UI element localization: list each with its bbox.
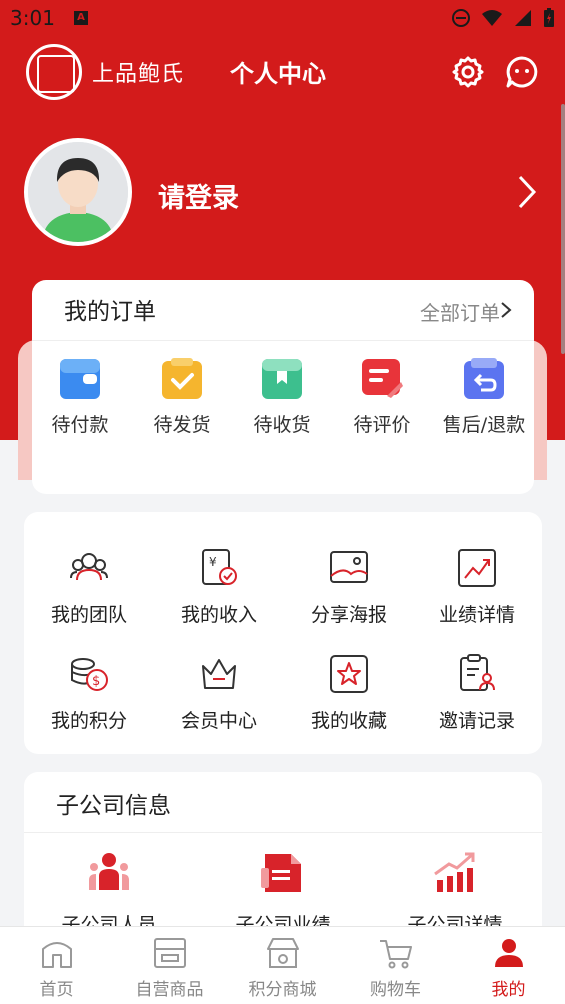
bar-chart-icon <box>434 852 475 892</box>
order-pending-receipt[interactable]: 待收货 <box>232 358 332 437</box>
tab-label: 积分商城 <box>248 980 317 1000</box>
cart-icon <box>379 940 412 969</box>
performance-icon <box>458 549 496 587</box>
subsidiary-staff[interactable]: 子公司人员 <box>34 850 184 937</box>
order-pending-review[interactable]: 待评价 <box>332 358 432 437</box>
wifi-icon <box>482 10 502 26</box>
notification-badge: A <box>74 11 88 25</box>
svg-text:$: $ <box>92 674 100 689</box>
chevron-right-icon[interactable] <box>500 301 512 319</box>
invite-record-icon <box>460 654 495 691</box>
team-icon <box>70 553 108 581</box>
status-time: 3:01 <box>10 6 55 30</box>
crown-icon <box>202 659 236 689</box>
svg-text:¥: ¥ <box>209 555 217 569</box>
order-item-label: 待付款 <box>51 414 109 436</box>
user-icon <box>494 939 523 967</box>
tool-label: 我的收入 <box>180 604 257 626</box>
app-header: 上品鲍氏 个人中心 <box>0 40 565 104</box>
tools-grid-card: 我的团队 ¥ 我的收入 分享海报 业绩详情 $ 我的积分 会员中心 我的收藏 邀… <box>24 512 542 754</box>
tab-label: 我的 <box>491 980 526 1000</box>
page-title: 个人中心 <box>230 60 326 88</box>
tool-label: 业绩详情 <box>438 604 515 626</box>
divider <box>32 340 534 341</box>
tool-invite-records[interactable]: 邀请记录 <box>412 654 542 733</box>
tab-cart[interactable]: 购物车 <box>339 935 452 1000</box>
login-prompt[interactable]: 请登录 <box>158 176 239 215</box>
order-after-sales[interactable]: 售后/退款 <box>434 358 534 437</box>
tool-my-favorites[interactable]: 我的收藏 <box>284 654 414 733</box>
settings-gear-icon[interactable] <box>450 54 486 90</box>
order-pending-shipment[interactable]: 待发货 <box>132 358 232 437</box>
order-pending-payment[interactable]: 待付款 <box>30 358 130 437</box>
signal-icon <box>515 10 531 26</box>
avatar[interactable] <box>24 138 132 246</box>
tool-label: 我的团队 <box>50 604 127 626</box>
report-icon <box>261 854 301 892</box>
profile-login-row[interactable]: 请登录 <box>24 138 544 248</box>
order-item-label: 售后/退款 <box>442 414 526 436</box>
tab-label: 购物车 <box>370 980 421 1000</box>
orders-title: 我的订单 <box>64 299 156 325</box>
tab-label: 首页 <box>39 980 74 1000</box>
tool-label: 分享海报 <box>310 604 387 626</box>
poster-icon <box>330 551 368 583</box>
tool-my-points[interactable]: $ 我的积分 <box>24 654 154 733</box>
order-item-label: 待收货 <box>253 414 311 436</box>
my-orders-card: 我的订单 全部订单 待付款 待发货 待收货 待评价 售后/退款 <box>32 280 534 494</box>
subsidiary-performance[interactable]: 子公司业绩 <box>208 850 358 937</box>
favorite-star-icon <box>330 655 368 693</box>
status-icons <box>451 8 555 28</box>
package-icon <box>262 359 302 399</box>
staff-icon <box>89 853 129 890</box>
tab-points-mall[interactable]: 积分商城 <box>226 935 339 1000</box>
points-mall-icon <box>266 938 299 968</box>
refund-icon <box>464 358 504 399</box>
bottom-tab-bar: 首页 自营商品 积分商城 购物车 我的 <box>0 926 565 1004</box>
scrollbar-thumb[interactable] <box>561 104 565 354</box>
tool-my-income[interactable]: ¥ 我的收入 <box>154 548 284 627</box>
subsidiary-title: 子公司信息 <box>56 793 171 819</box>
home-icon <box>41 942 72 968</box>
tool-performance-details[interactable]: 业绩详情 <box>412 548 542 627</box>
tab-mine[interactable]: 我的 <box>452 935 565 1000</box>
divider <box>24 832 542 833</box>
order-item-label: 待发货 <box>153 414 211 436</box>
tool-my-team[interactable]: 我的团队 <box>24 548 154 627</box>
tool-label: 我的收藏 <box>310 710 387 732</box>
all-orders-link[interactable]: 全部订单 <box>420 297 500 326</box>
income-icon: ¥ <box>202 549 237 585</box>
chevron-right-icon <box>518 175 537 209</box>
tool-member-center[interactable]: 会员中心 <box>154 654 284 733</box>
order-item-label: 待评价 <box>353 414 411 436</box>
tool-label: 会员中心 <box>180 710 257 732</box>
subsidiary-details[interactable]: 子公司详情 <box>380 850 530 937</box>
message-icon[interactable] <box>504 54 540 90</box>
tab-self-operated[interactable]: 自营商品 <box>113 935 226 1000</box>
tool-label: 邀请记录 <box>438 710 515 732</box>
review-icon <box>362 359 403 398</box>
status-bar: 3:01 A <box>0 0 565 38</box>
brand-seal-logo <box>26 44 82 100</box>
brand-logo-text: 上品鲍氏 <box>92 62 185 87</box>
default-avatar-icon <box>28 142 128 242</box>
tool-label: 我的积分 <box>50 710 127 732</box>
wallet-icon <box>60 359 100 399</box>
battery-icon <box>544 8 554 27</box>
points-icon: $ <box>71 658 108 691</box>
store-icon <box>153 938 186 968</box>
tab-label: 自营商品 <box>135 980 204 1000</box>
clipboard-check-icon <box>162 358 202 399</box>
tool-share-poster[interactable]: 分享海报 <box>284 548 414 627</box>
tab-home[interactable]: 首页 <box>0 935 113 1000</box>
do-not-disturb-icon <box>452 9 470 27</box>
